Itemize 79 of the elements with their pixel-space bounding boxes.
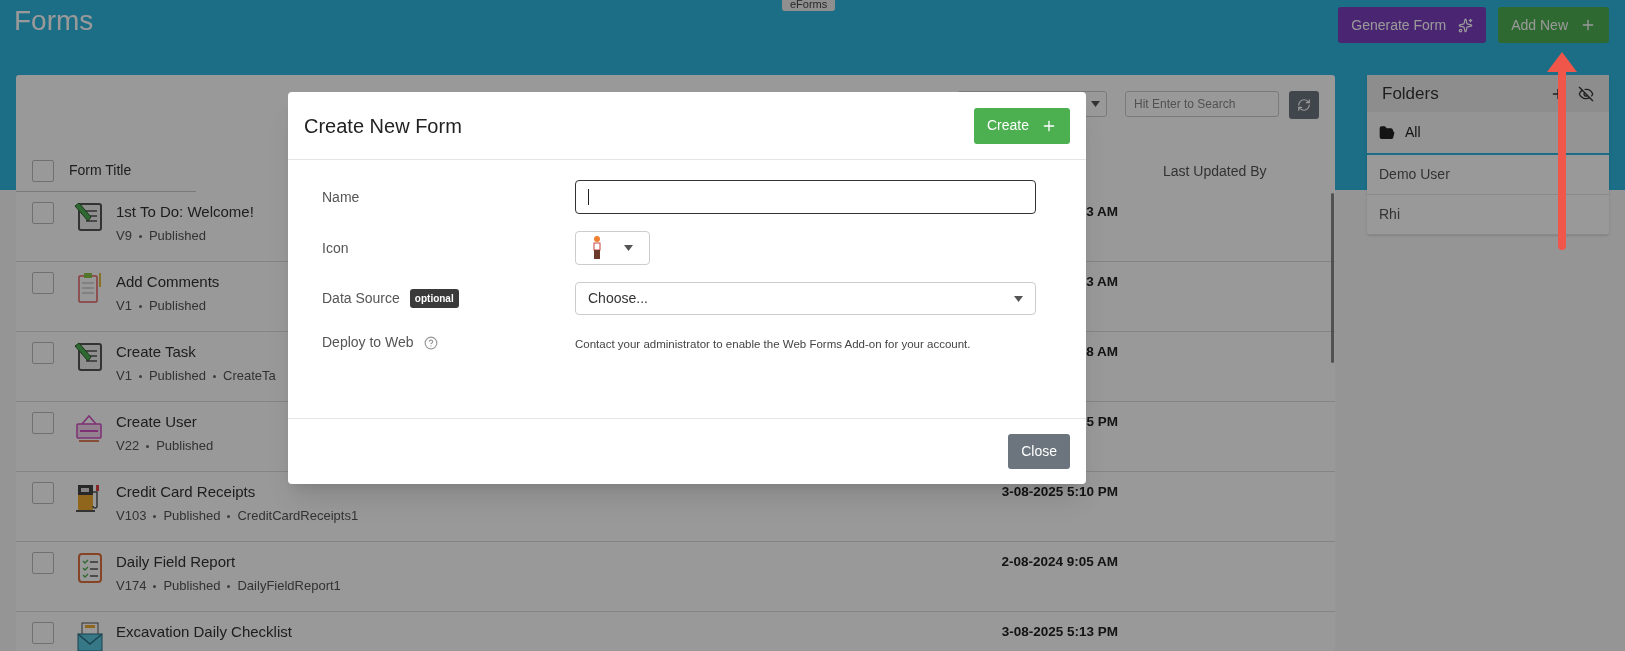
optional-badge: optional bbox=[409, 289, 459, 308]
help-icon[interactable] bbox=[423, 335, 438, 350]
row-checkbox[interactable] bbox=[32, 202, 54, 224]
form-meta: V103 bbox=[116, 508, 147, 524]
bullet-separator-icon bbox=[146, 444, 150, 448]
field-label: Data Source bbox=[322, 289, 400, 308]
select-all-checkbox[interactable] bbox=[32, 159, 54, 182]
form-meta: Published bbox=[156, 438, 214, 454]
form-meta: V1 bbox=[116, 298, 132, 314]
form-meta: CreateTa bbox=[223, 368, 276, 384]
bullet-separator-icon bbox=[138, 374, 142, 378]
bullet-separator-icon bbox=[138, 234, 142, 238]
row-checkbox[interactable] bbox=[32, 622, 54, 644]
form-meta: DailyFieldReport1 bbox=[237, 578, 341, 594]
caret-icon bbox=[624, 245, 633, 251]
text-cursor-icon bbox=[588, 189, 589, 205]
refresh-icon bbox=[1297, 98, 1311, 112]
row-checkbox[interactable] bbox=[32, 272, 54, 294]
note-pencil-icon bbox=[74, 340, 104, 374]
sparkle-icon bbox=[1458, 17, 1474, 33]
page-title: Forms bbox=[14, 4, 94, 38]
bullet-separator-icon bbox=[153, 584, 157, 588]
app-tab[interactable]: eForms bbox=[782, 0, 836, 11]
form-meta: Published bbox=[148, 298, 206, 314]
column-header[interactable]: Last Updated By bbox=[1163, 160, 1267, 182]
row-checkbox[interactable] bbox=[32, 482, 54, 504]
refresh-button[interactable] bbox=[1289, 91, 1319, 119]
updated-date: 8 AM bbox=[1086, 343, 1118, 361]
form-title[interactable]: Daily Field Report bbox=[116, 553, 756, 571]
row-checkbox[interactable] bbox=[32, 342, 54, 364]
plus-icon bbox=[1580, 17, 1596, 33]
name-field[interactable] bbox=[575, 180, 1036, 214]
data-source-select[interactable]: Choose... bbox=[575, 282, 1036, 315]
field-label: Deploy to Web bbox=[322, 333, 414, 353]
bullet-separator-icon bbox=[213, 374, 216, 378]
field-label: Name bbox=[322, 187, 360, 207]
caret-icon bbox=[1014, 295, 1023, 302]
envelope-icon bbox=[74, 620, 104, 651]
row-checkbox[interactable] bbox=[32, 552, 54, 574]
form-meta: Published bbox=[163, 508, 221, 524]
form-meta: Published bbox=[148, 368, 206, 384]
bullet-separator-icon bbox=[138, 304, 142, 308]
close-button[interactable]: Close bbox=[1008, 434, 1070, 469]
field-label: Icon bbox=[322, 238, 349, 258]
form-meta: Published bbox=[148, 228, 206, 244]
person-icon bbox=[592, 236, 602, 260]
generate-form-button[interactable]: Generate Form bbox=[1338, 7, 1487, 43]
form-meta: V1 bbox=[116, 368, 132, 384]
bullet-separator-icon bbox=[153, 514, 157, 518]
deploy-note: Contact your administrator to enable the Web Forms Add-on for your account. bbox=[575, 337, 971, 352]
folder-item[interactable]: Demo User bbox=[1367, 155, 1609, 195]
form-meta: V174 bbox=[116, 578, 147, 594]
bullet-separator-icon bbox=[227, 584, 231, 588]
form-meta: CreditCardReceipts1 bbox=[237, 508, 359, 524]
updated-date: 3 AM bbox=[1086, 273, 1118, 291]
hidden-eye-icon[interactable] bbox=[1578, 85, 1594, 102]
caret-icon bbox=[1091, 101, 1100, 107]
icon-select[interactable] bbox=[575, 231, 650, 265]
folders-title: Folders bbox=[1382, 82, 1439, 105]
bullet-separator-icon bbox=[227, 514, 231, 518]
updated-date: 3-08-2025 5:10 PM bbox=[1001, 483, 1118, 501]
folder-icon bbox=[1379, 124, 1395, 141]
search-field[interactable]: Hit Enter to Search bbox=[1125, 91, 1279, 117]
form-meta: V22 bbox=[116, 438, 140, 454]
updated-date: 5 PM bbox=[1086, 413, 1118, 431]
row-checkbox[interactable] bbox=[32, 412, 54, 434]
form-title[interactable]: Excavation Daily Checklist bbox=[116, 623, 756, 641]
note-pencil-icon bbox=[74, 200, 104, 234]
updated-date: 2-08-2024 9:05 AM bbox=[1001, 553, 1118, 571]
form-meta: Published bbox=[163, 578, 221, 594]
dialog-title: Create New Form bbox=[304, 113, 462, 139]
updated-date: 3-08-2025 5:13 PM bbox=[1001, 623, 1118, 641]
scrollbar[interactable] bbox=[1331, 193, 1334, 363]
updated-date: 3 AM bbox=[1086, 203, 1118, 221]
form-meta: V9 bbox=[116, 228, 132, 244]
form-title[interactable]: Credit Card Receipts bbox=[116, 483, 756, 501]
folder-item[interactable]: Rhi bbox=[1367, 195, 1609, 235]
column-header[interactable]: Form Title bbox=[69, 160, 132, 181]
folder-item[interactable]: All bbox=[1367, 112, 1609, 155]
